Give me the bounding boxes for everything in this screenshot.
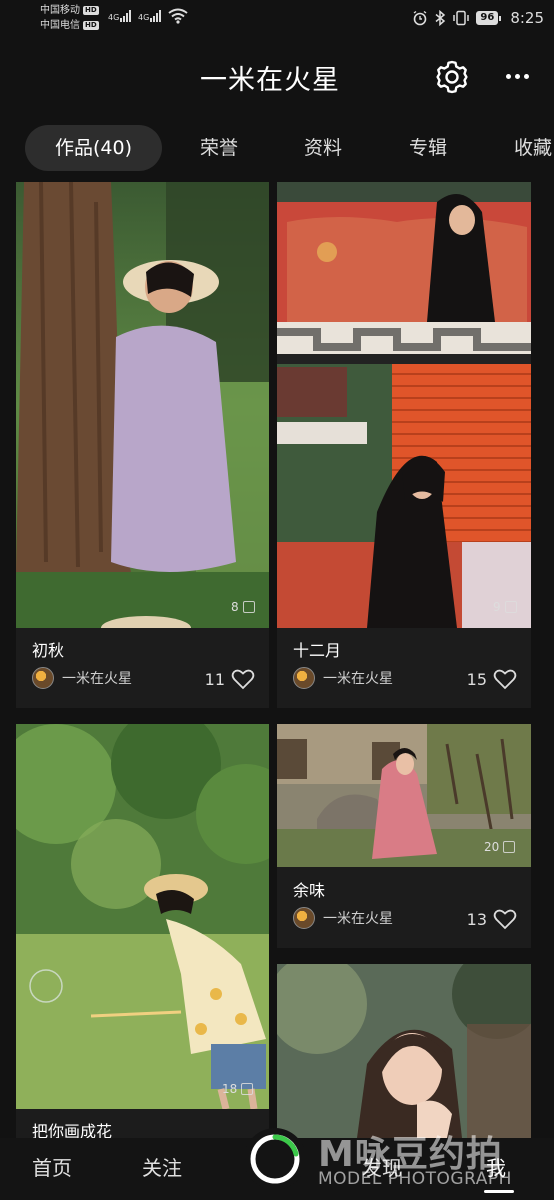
work-cover-photo[interactable] (277, 182, 531, 628)
nav-follow[interactable]: 关注 (142, 1152, 182, 1181)
work-cover-photo[interactable] (277, 964, 531, 1138)
alarm-icon (413, 10, 427, 26)
heart-icon[interactable] (493, 668, 517, 690)
gallery-icon (241, 1083, 254, 1095)
work-cover-photo[interactable] (16, 724, 269, 1109)
hd-badge-1: HD (83, 6, 99, 15)
tab-profile[interactable]: 资料 (304, 125, 342, 171)
nav-me[interactable]: 我 (486, 1152, 506, 1181)
profile-tabs: 作品(40) 荣誉 资料 专辑 收藏 (0, 125, 554, 171)
carrier-2: 中国电信 (40, 20, 80, 31)
photo-count: 20 (484, 840, 516, 854)
nav-active-indicator (484, 1190, 514, 1193)
like-count: 11 (204, 669, 225, 689)
gallery-icon (242, 601, 255, 613)
work-card-3[interactable]: 20 余味 一米在火星 13 (277, 724, 531, 948)
carrier-info: 中国移动 HD 中国电信 HD (40, 3, 99, 33)
photo-count: 8 (231, 600, 255, 614)
like-count: 13 (466, 909, 487, 929)
work-author[interactable]: 一米在火星 (293, 907, 393, 929)
camera-button[interactable] (244, 1128, 306, 1190)
system-icons: 96 8:25 (412, 8, 544, 28)
nav-home[interactable]: 首页 (32, 1152, 72, 1181)
work-card-5[interactable] (277, 964, 531, 1138)
camera-shutter-icon[interactable] (244, 1128, 306, 1190)
page-title: 一米在火星 (200, 65, 340, 96)
photo-count: 9 (493, 600, 517, 614)
avatar[interactable] (293, 667, 315, 689)
signal-2-icon: 4G (138, 10, 162, 22)
work-card-4[interactable]: 18 把你画成花 (16, 724, 269, 1141)
vibrate-icon (453, 10, 470, 26)
author-name: 一米在火星 (62, 671, 132, 687)
work-cover-photo[interactable] (16, 182, 269, 628)
app-header: 一米在火星 (0, 52, 554, 104)
tab-favorites[interactable]: 收藏 (514, 125, 552, 171)
like-counter[interactable]: 13 (467, 908, 517, 930)
more-options-icon[interactable] (506, 64, 534, 88)
clock: 8:25 (510, 9, 544, 27)
carrier-1: 中国移动 (40, 5, 80, 16)
photo-count: 18 (222, 1082, 254, 1096)
heart-icon[interactable] (231, 668, 255, 690)
work-card-2[interactable]: 9 十二月 一米在火星 15 (277, 182, 531, 708)
wifi-icon (168, 8, 188, 24)
work-card-1[interactable]: 8 初秋 一米在火星 11 (16, 182, 269, 708)
tab-honors[interactable]: 荣誉 (200, 125, 238, 171)
like-counter[interactable]: 11 (205, 668, 255, 690)
work-title: 余味 (293, 881, 326, 900)
work-author[interactable]: 一米在火星 (32, 667, 132, 689)
gallery-icon (504, 601, 517, 613)
status-bar: 中国移动 HD 中国电信 HD 4G 4G 96 8:25 (0, 0, 554, 38)
author-name: 一米在火星 (323, 911, 393, 927)
tab-albums[interactable]: 专辑 (409, 125, 447, 171)
nav-discover[interactable]: 发现 (362, 1152, 402, 1181)
heart-icon[interactable] (493, 908, 517, 930)
work-title: 初秋 (32, 641, 65, 660)
avatar[interactable] (32, 667, 54, 689)
tab-works[interactable]: 作品(40) (25, 125, 163, 171)
work-author[interactable]: 一米在火星 (293, 667, 393, 689)
gallery-icon (503, 841, 516, 853)
signal-1-icon: 4G (108, 10, 132, 22)
like-counter[interactable]: 15 (467, 668, 517, 690)
author-name: 一米在火星 (323, 671, 393, 687)
work-title: 十二月 (293, 641, 342, 660)
hd-badge-2: HD (83, 21, 99, 30)
battery-indicator: 96 (476, 11, 502, 25)
settings-gear-icon[interactable] (434, 59, 470, 95)
bluetooth-icon (435, 10, 446, 26)
like-count: 15 (466, 669, 487, 689)
avatar[interactable] (293, 907, 315, 929)
